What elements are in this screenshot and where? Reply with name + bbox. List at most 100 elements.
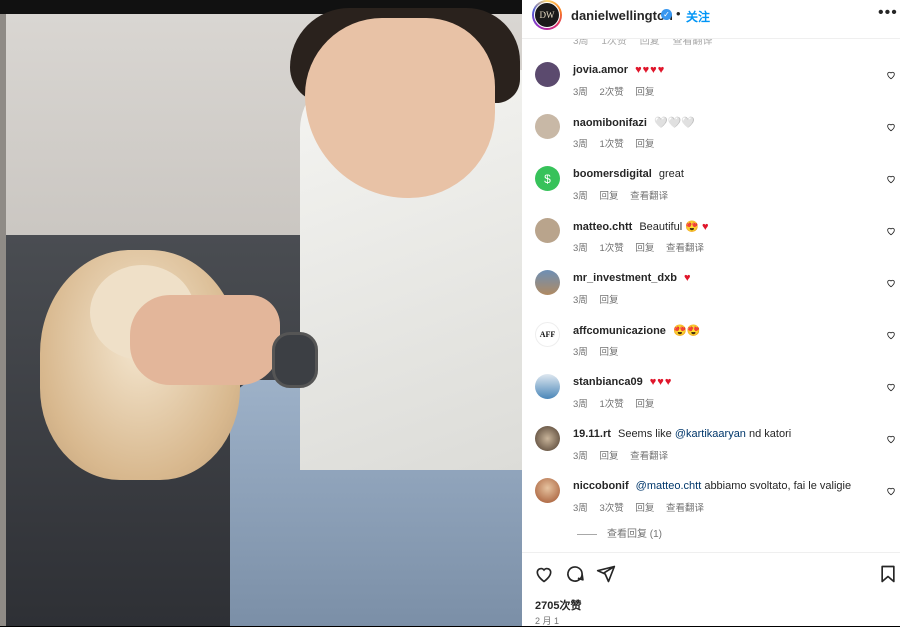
comment-username[interactable]: mr_investment_dxb	[573, 272, 677, 284]
post-header: DW danielwellington ✓ • 关注 •••	[522, 0, 900, 39]
profile-avatar[interactable]: DW	[532, 0, 562, 30]
comment-line: matteo.chtt Beautiful 😍 ♥	[573, 220, 710, 233]
commenter-avatar[interactable]	[535, 270, 560, 295]
avatar-logo: DW	[534, 2, 560, 28]
comment-icon[interactable]	[565, 564, 585, 584]
comment-mention[interactable]: @kartikaaryan	[675, 428, 746, 440]
comment-item: AFF affcomunicazione 😍😍 3周 回复	[522, 321, 900, 373]
comment-text-tail: nd katori	[745, 428, 792, 440]
comment-likes[interactable]: 2次赞	[599, 87, 623, 98]
comment-meta: 3周 回复	[573, 292, 627, 306]
aff-logo: AFF	[539, 330, 556, 339]
heart-icon[interactable]	[886, 278, 896, 288]
comment-time: 3周	[573, 191, 588, 202]
comment-item: matteo.chtt Beautiful 😍 ♥ 3周 1次赞 回复 查看翻译	[522, 217, 900, 269]
commenter-avatar[interactable]	[535, 478, 560, 503]
heart-icon[interactable]	[886, 70, 896, 80]
comment-username[interactable]: naomibonifazi	[573, 117, 647, 129]
comment-translate[interactable]: 查看翻译	[630, 451, 668, 462]
likes-count[interactable]: 2705次赞	[535, 597, 581, 613]
heart-icon[interactable]	[886, 174, 896, 184]
comment-translate[interactable]: 查看翻译	[630, 191, 668, 202]
follow-button[interactable]: 关注	[686, 8, 710, 25]
comment-username[interactable]: niccobonif	[573, 480, 629, 492]
comment-likes[interactable]: 3次赞	[599, 503, 623, 514]
view-replies-label: 查看回复 (1)	[607, 529, 662, 540]
comment-item: $ boomersdigital great 3周 回复 查看翻译	[522, 165, 900, 217]
commenter-avatar[interactable]	[535, 114, 560, 139]
comments-panel: DW danielwellington ✓ • 关注 ••• 3周 1次赞 回复…	[522, 0, 900, 626]
comment-username[interactable]: stanbianca09	[573, 376, 643, 388]
comment-item: jovia.amor ♥♥♥♥ 3周 2次赞 回复	[522, 61, 900, 113]
comment-likes[interactable]: 1次赞	[599, 243, 623, 254]
comment-translate[interactable]: 查看翻译	[666, 243, 704, 254]
comment-line: 19.11.rt Seems like @kartikaaryan nd kat…	[573, 428, 791, 440]
bookmark-icon[interactable]	[878, 564, 898, 584]
comment-meta: 3周 回复	[573, 344, 627, 358]
comment-text: 🤍🤍🤍	[654, 117, 696, 129]
heart-icon[interactable]	[886, 434, 896, 444]
photo-watch	[272, 332, 318, 388]
comment-reply[interactable]: 回复	[635, 243, 654, 254]
heart-icon[interactable]	[886, 226, 896, 236]
comment-time: 3周	[573, 139, 588, 150]
comment-item: 19.11.rt Seems like @kartikaaryan nd kat…	[522, 425, 900, 477]
post-actions: 2705次赞 2 月 1	[522, 552, 900, 627]
comment-item: naomibonifazi 🤍🤍🤍 3周 1次赞 回复	[522, 113, 900, 165]
heart-emoji: ♥♥♥	[649, 376, 673, 388]
comment-meta: 3周 1次赞 回复	[573, 396, 663, 410]
heart-emoji: ♥♥♥♥	[635, 64, 666, 76]
comment-text: Beautiful 😍	[639, 221, 699, 233]
comment-reply[interactable]: 回复	[635, 399, 654, 410]
heart-emoji: ♥	[701, 221, 710, 233]
commenter-avatar[interactable]	[535, 62, 560, 87]
commenter-avatar[interactable]: AFF	[535, 322, 560, 347]
comment-time: 3周	[573, 399, 588, 410]
comment-username[interactable]: boomersdigital	[573, 168, 652, 180]
comment-time: 3周	[573, 347, 588, 358]
view-replies-button[interactable]: 查看回复 (1)	[577, 525, 662, 540]
profile-username[interactable]: danielwellington	[571, 8, 673, 23]
comment-meta: 3周 1次赞 回复	[573, 136, 663, 150]
comment-reply[interactable]: 回复	[635, 87, 654, 98]
comment-line: jovia.amor ♥♥♥♥	[573, 64, 665, 76]
commenter-avatar[interactable]	[535, 218, 560, 243]
comment-reply[interactable]: 回复	[599, 451, 618, 462]
post-photo	[0, 0, 522, 626]
comment-meta: 3周 3次赞 回复 查看翻译	[573, 500, 713, 514]
heart-icon[interactable]	[886, 486, 896, 496]
comment-meta: 3周 1次赞 回复 查看翻译	[573, 240, 713, 254]
comment-likes[interactable]: 1次赞	[599, 399, 623, 410]
comment-time: 3周	[573, 243, 588, 254]
comment-meta: 3周 回复 查看翻译	[573, 188, 677, 202]
like-heart-icon[interactable]	[534, 564, 554, 584]
comment-item: stanbianca09 ♥♥♥ 3周 1次赞 回复	[522, 373, 900, 425]
comment-username[interactable]: affcomunicazione	[573, 325, 666, 337]
heart-icon[interactable]	[886, 382, 896, 392]
comment-username[interactable]: jovia.amor	[573, 64, 628, 76]
comment-line: naomibonifazi 🤍🤍🤍	[573, 116, 695, 129]
separator-dot: •	[676, 6, 681, 21]
heart-icon[interactable]	[886, 122, 896, 132]
more-icon[interactable]: •••	[878, 4, 898, 22]
comment-line: stanbianca09 ♥♥♥	[573, 376, 672, 388]
comment-username[interactable]: 19.11.rt	[573, 428, 611, 440]
comment-text: great	[658, 168, 684, 180]
comment-mention[interactable]: @matteo.chtt	[636, 480, 702, 492]
comment-reply[interactable]: 回复	[635, 139, 654, 150]
commenter-avatar[interactable]	[535, 426, 560, 451]
commenter-avatar[interactable]	[535, 374, 560, 399]
comment-reply[interactable]: 回复	[599, 295, 618, 306]
comment-time: 3周	[573, 87, 588, 98]
share-icon[interactable]	[596, 564, 616, 584]
comment-likes[interactable]: 1次赞	[599, 139, 623, 150]
comment-line: mr_investment_dxb ♥	[573, 272, 692, 284]
comment-item: mr_investment_dxb ♥ 3周 回复	[522, 269, 900, 321]
comment-reply[interactable]: 回复	[599, 191, 618, 202]
comment-username[interactable]: matteo.chtt	[573, 221, 632, 233]
commenter-avatar[interactable]: $	[535, 166, 560, 191]
heart-icon[interactable]	[886, 330, 896, 340]
comment-translate[interactable]: 查看翻译	[666, 503, 704, 514]
comment-reply[interactable]: 回复	[635, 503, 654, 514]
comment-reply[interactable]: 回复	[599, 347, 618, 358]
